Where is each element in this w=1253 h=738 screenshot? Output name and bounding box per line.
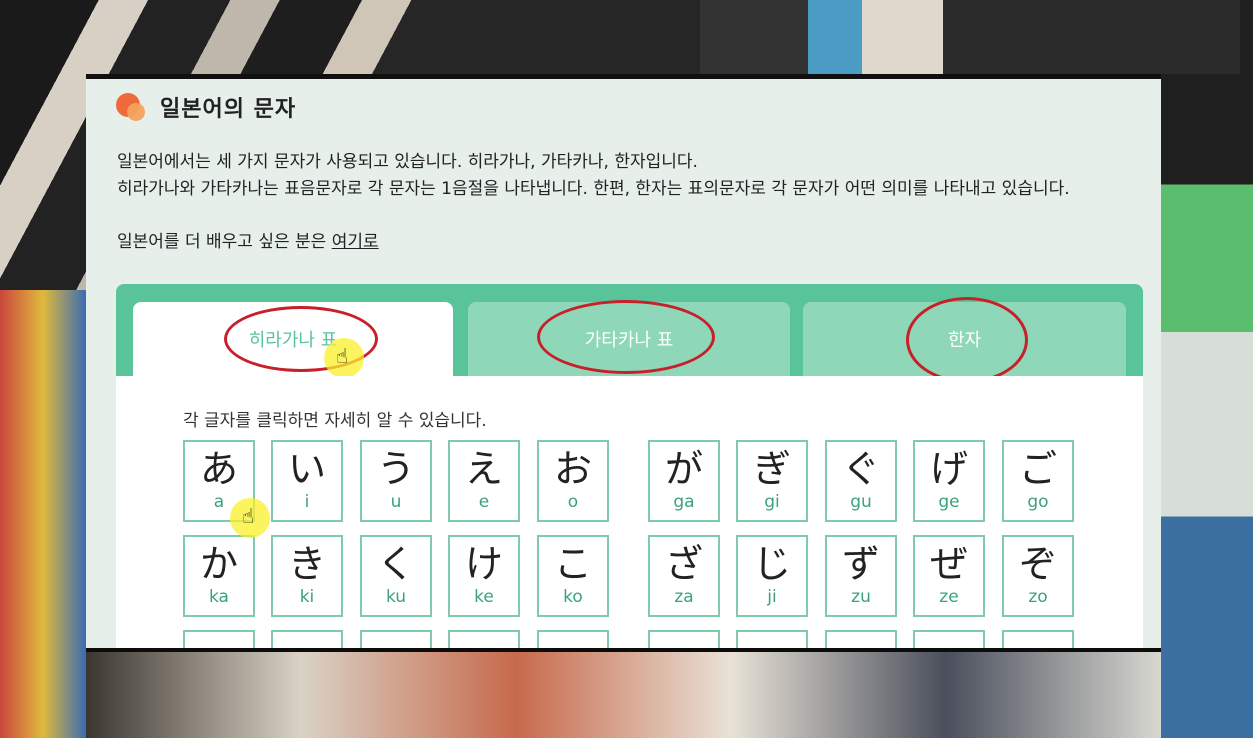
kana-character: あ	[199, 447, 238, 491]
kana-character: け	[464, 542, 503, 586]
kana-card-ke[interactable]: け ke	[448, 535, 520, 617]
kana-character: か	[199, 542, 238, 586]
kana-card-partial[interactable]	[1002, 630, 1074, 648]
kana-character: ぐ	[841, 447, 880, 491]
kana-romaji: ji	[767, 587, 777, 607]
kana-card-ka[interactable]: か ka	[183, 535, 255, 617]
kana-card-ge[interactable]: げ ge	[913, 440, 985, 522]
intro-line-1: 일본어에서는 세 가지 문자가 사용되고 있습니다. 히라가나, 가타카나, 한…	[117, 152, 698, 172]
kana-character: ざ	[664, 542, 703, 586]
kana-romaji: gu	[850, 492, 872, 512]
kana-character: が	[664, 447, 703, 491]
more-info-link[interactable]: 여기로	[332, 232, 379, 252]
kana-character: お	[553, 447, 592, 491]
kana-romaji: gi	[764, 492, 780, 512]
kana-card-partial[interactable]	[648, 630, 720, 648]
intro-line-2: 히라가나와 가타카나는 표음문자로 각 문자는 1음절을 나타냅니다. 한편, …	[117, 179, 1070, 199]
kana-card-gu[interactable]: ぐ gu	[825, 440, 897, 522]
intro-paragraph: 일본어에서는 세 가지 문자가 사용되고 있습니다. 히라가나, 가타카나, 한…	[117, 149, 1147, 203]
kana-card-za[interactable]: ざ za	[648, 535, 720, 617]
kana-romaji: go	[1027, 492, 1049, 512]
kana-character: げ	[929, 447, 968, 491]
background-book-left	[0, 290, 86, 738]
background-book-bottom	[86, 652, 1161, 738]
more-info-text: 일본어를 더 배우고 싶은 분은	[117, 232, 332, 252]
kana-romaji: zo	[1028, 587, 1048, 607]
kana-table-area: 각 글자를 클릭하면 자세히 알 수 있습니다. あ a い i う u え e お o が ga ぎ g…	[116, 376, 1143, 648]
kana-romaji: ke	[474, 587, 494, 607]
kana-romaji: ko	[563, 587, 583, 607]
title-row: 일본어의 문자	[116, 91, 296, 123]
kana-card-partial[interactable]	[183, 630, 255, 648]
kana-romaji: ge	[938, 492, 960, 512]
kana-card-i[interactable]: いi	[271, 440, 343, 522]
kana-card-partial[interactable]	[271, 630, 343, 648]
kana-romaji: a	[213, 492, 225, 512]
kana-character: え	[464, 447, 503, 491]
kana-character: ぎ	[752, 447, 791, 491]
kana-character: く	[376, 542, 415, 586]
kana-card-go[interactable]: ご go	[1002, 440, 1074, 522]
kana-character: う	[376, 447, 415, 491]
kana-romaji: o	[567, 492, 579, 512]
page-title: 일본어의 문자	[160, 97, 297, 122]
kana-card-o[interactable]: おo	[537, 440, 609, 522]
kana-character: ご	[1018, 447, 1057, 491]
kana-card-partial[interactable]	[736, 630, 808, 648]
kana-card-partial[interactable]	[448, 630, 520, 648]
kana-card-zo[interactable]: ぞ zo	[1002, 535, 1074, 617]
kana-card-ki[interactable]: き ki	[271, 535, 343, 617]
kana-romaji: e	[478, 492, 490, 512]
kana-romaji: ki	[299, 587, 315, 607]
kana-romaji: u	[390, 492, 402, 512]
kana-romaji: ku	[385, 587, 407, 607]
kana-character: ぜ	[929, 542, 968, 586]
tab-katakana[interactable]: 가타카나 표	[468, 302, 790, 376]
kana-character: き	[287, 542, 326, 586]
kana-card-partial[interactable]	[537, 630, 609, 648]
kana-romaji: ga	[673, 492, 695, 512]
kana-card-zu[interactable]: ず zu	[825, 535, 897, 617]
kana-character: じ	[752, 542, 791, 586]
kana-character: ぞ	[1018, 542, 1057, 586]
kana-card-u[interactable]: うu	[360, 440, 432, 522]
kana-card-ze[interactable]: ぜ ze	[913, 535, 985, 617]
background-book-top	[700, 0, 1240, 74]
kana-romaji: i	[304, 492, 310, 512]
background-book-right	[1161, 0, 1253, 738]
kana-romaji: ka	[209, 587, 229, 607]
kana-card-partial[interactable]	[360, 630, 432, 648]
more-info-line: 일본어를 더 배우고 싶은 분은 여기로	[117, 229, 1147, 256]
kana-romaji: zu	[851, 587, 871, 607]
kana-card-ku[interactable]: く ku	[360, 535, 432, 617]
tab-hiragana[interactable]: 히라가나 표	[133, 302, 453, 376]
kana-card-a[interactable]: あa	[183, 440, 255, 522]
orange-circles-logo-icon	[116, 91, 148, 123]
kana-card-e[interactable]: えe	[448, 440, 520, 522]
kana-character: い	[287, 447, 326, 491]
kana-card-gi[interactable]: ぎ gi	[736, 440, 808, 522]
app-window: 일본어의 문자 일본어에서는 세 가지 문자가 사용되고 있습니다. 히라가나,…	[86, 74, 1161, 652]
kana-panel: 히라가나 표 가타카나 표 한자 ☝ 각 글자를 클릭하면 자세히 알 수 있습…	[116, 284, 1143, 648]
kana-card-partial[interactable]	[913, 630, 985, 648]
kana-card-ko[interactable]: こ ko	[537, 535, 609, 617]
kana-card-partial[interactable]	[825, 630, 897, 648]
kana-card-ji[interactable]: じ ji	[736, 535, 808, 617]
kana-romaji: ze	[939, 587, 959, 607]
kana-romaji: za	[674, 587, 694, 607]
tab-kanji[interactable]: 한자	[803, 302, 1126, 376]
kana-character: ず	[841, 542, 880, 586]
kana-character: こ	[553, 542, 592, 586]
kana-card-ga[interactable]: が ga	[648, 440, 720, 522]
instruction-text: 각 글자를 클릭하면 자세히 알 수 있습니다.	[183, 411, 487, 431]
